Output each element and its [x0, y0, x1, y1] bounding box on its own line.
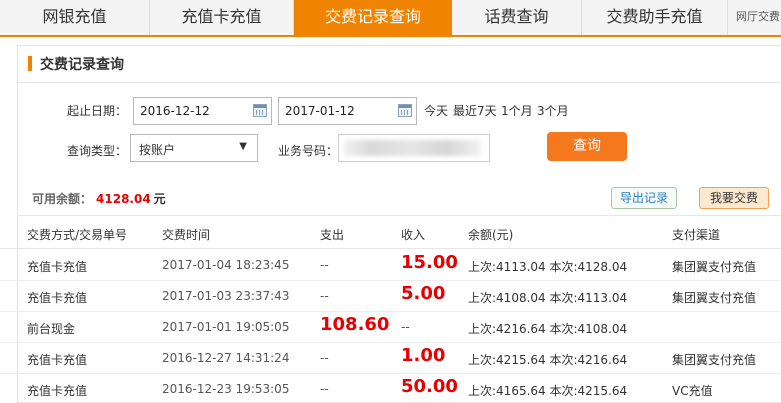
- pay-now-button[interactable]: 我要交费: [699, 187, 769, 209]
- end-date-value: 2017-01-12: [285, 104, 355, 118]
- quick-range-today[interactable]: 今天: [424, 102, 448, 119]
- cell-time: 2016-12-23 19:53:05: [162, 382, 290, 396]
- cell-method: 充值卡充值: [27, 291, 88, 305]
- tab-payment-assistant[interactable]: 交费助手充值: [582, 0, 728, 35]
- cell-channel: 集团翼支付充值: [672, 260, 757, 274]
- query-type-value: 按账户: [139, 143, 176, 157]
- cell-expense: --: [320, 382, 329, 396]
- cell-expense: 108.60: [320, 314, 390, 335]
- cell-balance: 上次:4108.04 本次:4113.04: [468, 291, 628, 305]
- cell-income: 5.00: [401, 283, 446, 304]
- cell-time: 2017-01-01 19:05:05: [162, 320, 290, 334]
- balance-unit: 元: [153, 192, 166, 206]
- title-accent-bar: [28, 56, 32, 71]
- table-header: 交费方式/交易单号 交费时间 支出 收入 余额(元) 支付渠道: [0, 218, 781, 249]
- top-tab-bar: 网银充值 充值卡充值 交费记录查询 话费查询 交费助手充值 网厅交费: [0, 0, 781, 37]
- business-number-input[interactable]: [338, 134, 490, 162]
- query-type-select[interactable]: 按账户 ▼: [130, 134, 258, 162]
- cell-income: 50.00: [401, 376, 458, 397]
- header-balance: 余额(元): [468, 228, 514, 242]
- header-channel: 支付渠道: [672, 228, 721, 242]
- start-date-value: 2016-12-12: [140, 104, 210, 118]
- header-method: 交费方式/交易单号: [27, 228, 128, 242]
- tab-card-recharge[interactable]: 充值卡充值: [150, 0, 294, 35]
- cell-balance: 上次:4215.64 本次:4216.64: [468, 353, 628, 367]
- divider: [17, 215, 781, 216]
- cell-balance: 上次:4216.64 本次:4108.04: [468, 322, 628, 336]
- date-range-label: 起止日期：: [67, 104, 128, 118]
- table-row: 充值卡充值 2016-12-23 19:53:05 -- 50.00 上次:41…: [0, 373, 781, 403]
- header-income: 收入: [401, 228, 426, 242]
- tab-bill-query[interactable]: 话费查询: [452, 0, 582, 35]
- table-row: 充值卡充值 2016-12-27 14:31:24 -- 1.00 上次:421…: [0, 342, 781, 374]
- table-row: 充值卡充值 2017-01-03 23:37:43 -- 5.00 上次:410…: [0, 280, 781, 312]
- balance-label: 可用余额：: [32, 192, 93, 206]
- cell-method: 充值卡充值: [27, 353, 88, 367]
- cell-balance: 上次:4113.04 本次:4128.04: [468, 260, 628, 274]
- cell-expense: --: [320, 258, 329, 272]
- quick-range-3months[interactable]: 3个月: [537, 102, 569, 119]
- cell-method: 前台现金: [27, 322, 76, 336]
- cell-expense: --: [320, 289, 329, 303]
- balance-value: 4128.04: [96, 192, 151, 206]
- cell-income: 15.00: [401, 252, 458, 273]
- table-row: 充值卡充值 2017-01-04 18:23:45 -- 15.00 上次:41…: [0, 249, 781, 281]
- cell-time: 2017-01-03 23:37:43: [162, 289, 290, 303]
- cell-method: 充值卡充值: [27, 260, 88, 274]
- panel-title: 交费记录查询: [40, 57, 124, 73]
- cell-income: --: [401, 320, 410, 334]
- tab-hall-payment[interactable]: 网厅交费: [728, 0, 781, 35]
- query-type-label: 查询类型：: [67, 144, 128, 158]
- cell-expense: --: [320, 351, 329, 365]
- cell-time: 2017-01-04 18:23:45: [162, 258, 290, 272]
- header-time: 交费时间: [162, 228, 211, 242]
- table-row: 前台现金 2017-01-01 19:05:05 108.60 -- 上次:42…: [0, 311, 781, 343]
- export-records-button[interactable]: 导出记录: [611, 187, 677, 209]
- dropdown-arrow-icon: ▼: [239, 141, 247, 152]
- quick-range-1month[interactable]: 1个月: [501, 102, 533, 119]
- panel-header: 交费记录查询: [18, 46, 781, 83]
- cell-time: 2016-12-27 14:31:24: [162, 351, 290, 365]
- cell-channel: 集团翼支付充值: [672, 291, 757, 305]
- available-balance: 可用余额： 4128.04 元: [32, 190, 166, 207]
- tab-bank-recharge[interactable]: 网银充值: [0, 0, 150, 35]
- tab-payment-records[interactable]: 交费记录查询: [294, 0, 452, 35]
- business-number-label: 业务号码：: [278, 144, 339, 158]
- cell-channel: 集团翼支付充值: [672, 353, 757, 367]
- query-button[interactable]: 查询: [547, 132, 627, 161]
- start-date-input[interactable]: 2016-12-12: [133, 97, 272, 125]
- cell-income: 1.00: [401, 345, 446, 366]
- calendar-icon[interactable]: [253, 104, 267, 117]
- quick-range-7days[interactable]: 最近7天: [453, 102, 497, 119]
- cell-method: 充值卡充值: [27, 384, 88, 398]
- calendar-icon[interactable]: [398, 104, 412, 117]
- header-expense: 支出: [320, 228, 345, 242]
- end-date-input[interactable]: 2017-01-12: [278, 97, 417, 125]
- cell-balance: 上次:4165.64 本次:4215.64: [468, 384, 628, 398]
- redacted-number: [343, 140, 481, 156]
- cell-channel: VC充值: [672, 384, 713, 398]
